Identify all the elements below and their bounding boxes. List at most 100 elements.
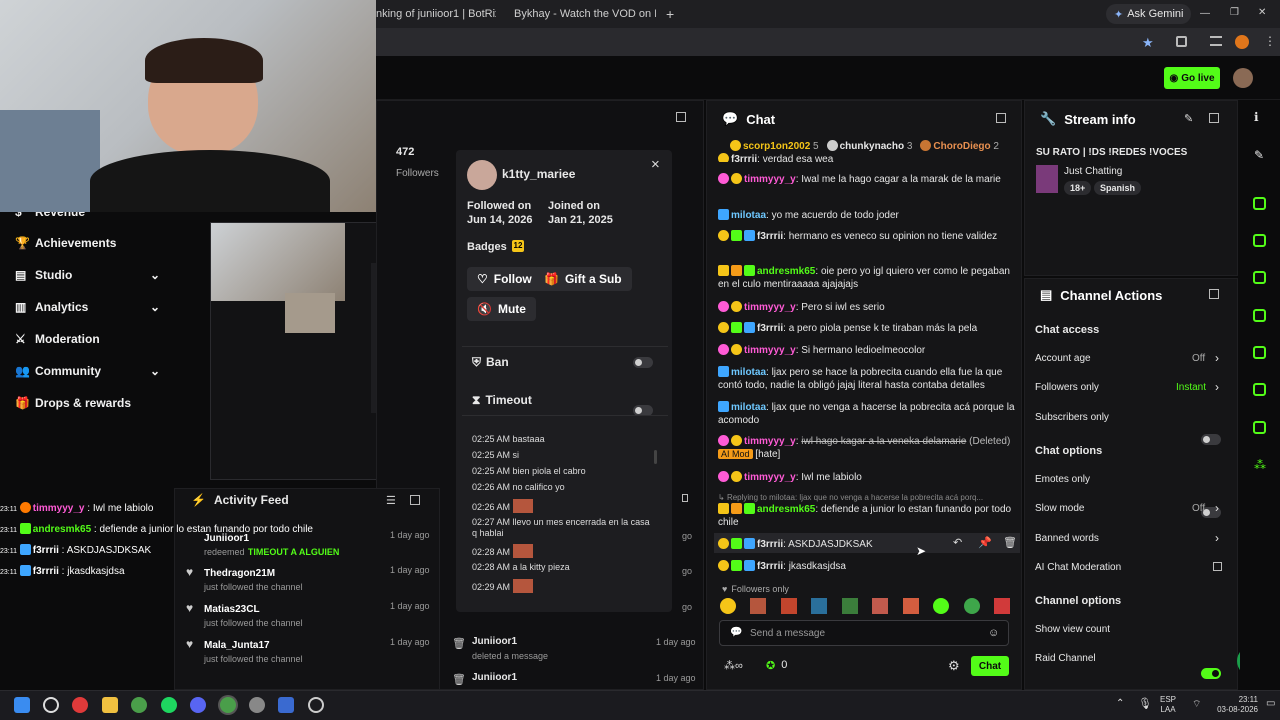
chat-username[interactable]: timmyyy_y — [744, 345, 796, 356]
ai-moderation-label[interactable]: AI Chat Moderation — [1035, 562, 1121, 573]
chat-settings-icon[interactable]: ⚙ — [948, 658, 960, 674]
clock[interactable]: 23:11 03-08-2026 — [1210, 695, 1258, 715]
sidebar-item-achievements[interactable]: 🏆 Achievements — [15, 236, 116, 250]
settings-icon[interactable] — [249, 697, 265, 713]
notifications-icon[interactable]: ▭ — [1266, 698, 1275, 709]
emote-icon[interactable] — [841, 598, 858, 614]
chevron-right-icon[interactable]: › — [1215, 501, 1219, 515]
extensions-icon[interactable] — [1176, 36, 1187, 47]
browser-tab-kick[interactable]: Bykhay - Watch the VOD on Ki ✕ — [508, 4, 656, 24]
activity-username[interactable]: Mala_Junta17 — [186, 640, 270, 651]
window-maximize-button[interactable]: ❐ — [1230, 7, 1239, 18]
chat-username[interactable]: f3rrrii — [731, 154, 757, 162]
sidebar-item-drops[interactable]: 🎁 Drops & rewards — [15, 396, 131, 410]
chrome-active-icon[interactable] — [220, 697, 236, 713]
badge-subscriber[interactable]: 12 — [512, 240, 524, 252]
chat-username[interactable]: f3rrrii — [757, 561, 783, 572]
external-link-icon[interactable] — [1213, 562, 1222, 571]
gifter[interactable]: chunkynacho 3 — [826, 140, 912, 152]
broadcast-icon[interactable] — [1253, 346, 1266, 359]
share-icon[interactable]: ⁂ — [1254, 458, 1266, 472]
popout-icon[interactable] — [1209, 113, 1219, 123]
browser-tab-botrix[interactable]: nking of juniioor1 | BotRix— ✕ — [376, 4, 496, 24]
calendar-icon[interactable] — [1253, 383, 1266, 396]
channel-points[interactable]: ✪ 0 — [766, 659, 787, 672]
emote-icon[interactable] — [750, 598, 767, 614]
stream-category[interactable]: Just Chatting — [1064, 166, 1122, 177]
chevron-right-icon[interactable]: › — [1215, 380, 1219, 394]
chat-username[interactable]: milotaa — [731, 402, 766, 413]
raid-channel-label[interactable]: Raid Channel — [1035, 653, 1096, 664]
close-icon[interactable]: × — [651, 156, 660, 173]
tray-chevron-icon[interactable]: ⌃ — [1116, 698, 1124, 709]
delete-icon[interactable]: 🗑 — [1003, 536, 1017, 549]
activity-username[interactable]: Matias23CL — [186, 604, 260, 615]
reading-list-icon[interactable] — [1210, 36, 1222, 46]
ask-gemini-button[interactable]: ✦ Ask Gemini — [1106, 4, 1192, 24]
emote-icon[interactable] — [720, 598, 736, 614]
popout-icon[interactable] — [410, 495, 420, 505]
emote-icon[interactable] — [872, 598, 889, 614]
banned-words-label[interactable]: Banned words — [1035, 533, 1099, 544]
edit-icon[interactable]: ✎ — [1184, 112, 1193, 125]
activity-username[interactable]: Juniioor1 — [472, 636, 517, 647]
user-card-username[interactable]: k1tty_mariee — [502, 167, 575, 181]
sidebar-item-moderation[interactable]: ⚔ Moderation — [15, 332, 100, 346]
chat-username[interactable]: milotaa — [731, 367, 766, 378]
emote-icon[interactable] — [993, 598, 1010, 614]
chat-username[interactable]: timmyyy_y — [744, 436, 796, 447]
sidebar-item-analytics[interactable]: ▥ Analytics ⌄ — [15, 300, 160, 314]
chat-username[interactable]: timmyyy_y — [744, 472, 796, 483]
search-icon[interactable] — [43, 697, 59, 713]
account-age-value[interactable]: Off — [1192, 353, 1205, 364]
emote-icon[interactable] — [963, 598, 980, 614]
followers-only-value[interactable]: Instant — [1176, 382, 1206, 393]
obs-icon[interactable] — [308, 697, 324, 713]
browser-menu-icon[interactable]: ⋮ — [1264, 34, 1276, 48]
windows-start-icon[interactable] — [14, 697, 30, 713]
discord-icon[interactable] — [190, 697, 206, 713]
profile-avatar[interactable] — [1235, 35, 1249, 49]
ban-toggle[interactable] — [633, 357, 653, 368]
follow-button[interactable]: ♡ Follow — [467, 267, 542, 291]
chat-icon[interactable] — [1253, 309, 1266, 322]
sidebar-item-community[interactable]: 👥 Community ⌄ — [15, 364, 160, 378]
window-minimize-button[interactable]: — — [1200, 8, 1210, 19]
mute-button[interactable]: 🔇 Mute — [467, 297, 536, 321]
emoji-icon[interactable]: ☺ — [988, 627, 999, 639]
microphone-icon[interactable]: 🎙 — [1138, 697, 1152, 710]
sidebar-item-studio[interactable]: ▤ Studio ⌄ — [15, 268, 160, 282]
window-close-button[interactable]: ✕ — [1258, 7, 1266, 18]
gifter[interactable]: scorp1on2002 5 — [730, 140, 819, 152]
popout-icon[interactable] — [996, 113, 1006, 123]
subscribers-only-toggle[interactable] — [1201, 434, 1221, 445]
document-icon[interactable] — [1253, 271, 1266, 284]
chat-username[interactable]: f3rrrii — [757, 539, 783, 550]
chat-input[interactable]: 💬 Send a message ☺ — [719, 620, 1009, 646]
popout-icon[interactable] — [1209, 289, 1219, 299]
new-tab-button[interactable]: + — [666, 6, 674, 22]
emote-icon[interactable] — [780, 598, 797, 614]
emote-icon[interactable] — [933, 598, 950, 614]
wrench-icon[interactable] — [1253, 421, 1266, 434]
chat-username[interactable]: timmyyy_y — [744, 174, 796, 185]
gift-sub-button[interactable]: 🎁 Gift a Sub — [534, 267, 632, 291]
chevron-right-icon[interactable]: › — [1215, 351, 1219, 365]
pin-icon[interactable]: 📌 — [978, 536, 992, 549]
lightning-icon[interactable] — [1253, 234, 1266, 247]
crop-icon[interactable] — [1253, 197, 1266, 210]
chat-username[interactable]: f3rrrii — [757, 323, 783, 334]
chat-send-button[interactable]: Chat — [971, 656, 1009, 676]
wifi-icon[interactable]: ⌔ — [1192, 698, 1201, 711]
bookmark-star-icon[interactable]: ★ — [1142, 35, 1154, 51]
slow-mode-value[interactable]: Off — [1192, 503, 1205, 514]
messages-scrollbar[interactable] — [654, 450, 657, 464]
spotify-icon[interactable] — [161, 697, 177, 713]
pen-icon[interactable]: ✎ — [1254, 148, 1264, 162]
show-view-count-toggle[interactable] — [1201, 668, 1221, 679]
chevron-right-icon[interactable]: › — [1215, 531, 1219, 545]
info-icon[interactable]: ℹ — [1254, 110, 1259, 124]
chat-username[interactable]: andresmk65 — [757, 266, 815, 277]
chat-username[interactable]: andresmk65 — [757, 504, 815, 515]
undo-icon[interactable]: ↶ — [953, 536, 962, 549]
